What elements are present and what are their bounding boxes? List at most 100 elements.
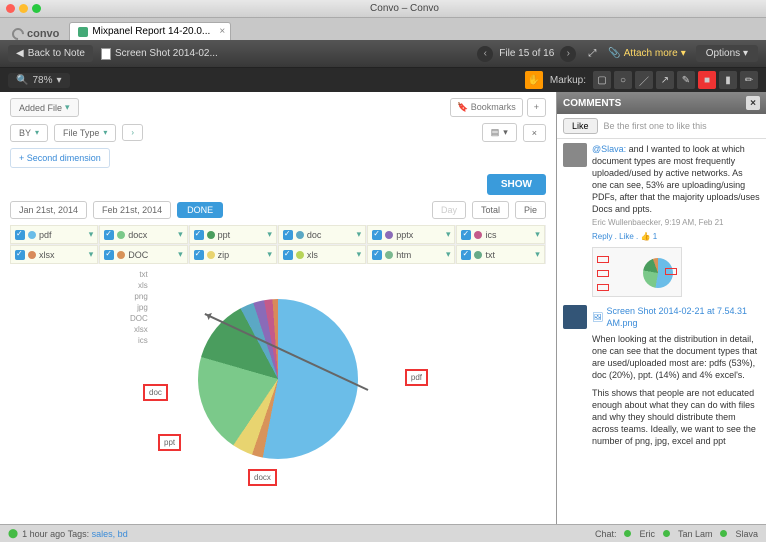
color-red-tool[interactable]: ■ bbox=[698, 71, 716, 89]
chevron-down-icon[interactable]: ▾ bbox=[89, 229, 94, 240]
traffic-lights bbox=[6, 4, 41, 13]
comments-scroll[interactable]: @Slava: and I wanted to look at which do… bbox=[557, 139, 766, 524]
chat-user[interactable]: Slava bbox=[735, 529, 758, 539]
series-cell[interactable]: xlsx▾ bbox=[10, 245, 98, 264]
checkbox-icon[interactable] bbox=[283, 230, 293, 240]
close-window-icon[interactable] bbox=[6, 4, 15, 13]
add-bookmark-button[interactable]: + bbox=[527, 98, 546, 117]
line-tool-icon[interactable]: ／ bbox=[635, 71, 653, 89]
chevron-down-icon[interactable]: ▾ bbox=[178, 229, 183, 240]
expand-icon[interactable]: ⤢ bbox=[588, 48, 596, 59]
done-button[interactable]: DONE bbox=[177, 202, 223, 218]
series-cell[interactable]: zip▾ bbox=[189, 245, 277, 264]
tab-mixpanel-report[interactable]: Mixpanel Report 14-20.0... × bbox=[69, 22, 231, 40]
reply-link[interactable]: Reply bbox=[592, 232, 612, 241]
chevron-down-icon[interactable]: ▾ bbox=[535, 249, 540, 260]
attachment-link[interactable]: 🖼 Screen Shot 2014-02-21 at 7.54.31 AM.p… bbox=[592, 305, 760, 329]
mention[interactable]: @Slava: bbox=[592, 144, 626, 154]
report-icon bbox=[78, 27, 88, 37]
annot-ppt: ppt bbox=[158, 434, 181, 451]
show-button[interactable]: SHOW bbox=[487, 174, 546, 195]
highlight-tool-icon[interactable]: ▮ bbox=[719, 71, 737, 89]
remove-filter[interactable]: × bbox=[523, 124, 546, 142]
checkbox-icon[interactable] bbox=[461, 250, 471, 260]
hand-tool-icon[interactable]: ✋ bbox=[525, 71, 543, 89]
like-link[interactable]: Like bbox=[619, 232, 634, 241]
total-dropdown[interactable]: Total bbox=[472, 201, 509, 219]
chevron-down-icon: ▾ bbox=[56, 75, 61, 86]
blur-tool-icon[interactable]: ✏ bbox=[740, 71, 758, 89]
zoom-control[interactable]: 🔍 78% ▾ bbox=[8, 73, 70, 88]
circle-tool-icon[interactable]: ○ bbox=[614, 71, 632, 89]
chat-user[interactable]: Tan Lam bbox=[678, 529, 713, 539]
next-file-button[interactable]: › bbox=[560, 46, 576, 62]
series-cell[interactable]: DOC▾ bbox=[99, 245, 187, 264]
chevron-down-icon[interactable]: ▾ bbox=[446, 249, 451, 260]
checkbox-icon[interactable] bbox=[372, 230, 382, 240]
chevron-down-icon[interactable]: ▾ bbox=[267, 249, 272, 260]
series-cell[interactable]: docx▾ bbox=[99, 225, 187, 244]
checkbox-icon[interactable] bbox=[194, 230, 204, 240]
series-color-dot bbox=[296, 231, 304, 239]
chevron-down-icon[interactable]: ▾ bbox=[89, 249, 94, 260]
checkbox-icon[interactable] bbox=[15, 230, 25, 240]
back-to-note-button[interactable]: ◀ Back to Note bbox=[8, 45, 93, 62]
series-color-dot bbox=[207, 231, 215, 239]
comments-header: COMMENTS × bbox=[557, 92, 766, 114]
markup-toolbar: 🔍 78% ▾ ✋ Markup: ▢ ○ ／ ↗ ✎ ■ ▮ ✏ bbox=[0, 68, 766, 92]
day-dropdown[interactable]: Day bbox=[432, 201, 466, 219]
series-cell[interactable]: pdf▾ bbox=[10, 225, 98, 244]
file-type-expand[interactable]: › bbox=[122, 124, 143, 141]
report-canvas: Added File ▾ 🔖 Bookmarks + BY▾ File Type… bbox=[0, 92, 556, 524]
rectangle-tool-icon[interactable]: ▢ bbox=[593, 71, 611, 89]
bookmarks-button[interactable]: 🔖 Bookmarks bbox=[450, 98, 523, 117]
status-bar: ⬤ 1 hour ago Tags: sales, bd Chat: Eric … bbox=[0, 524, 766, 542]
zoom-window-icon[interactable] bbox=[32, 4, 41, 13]
series-cell[interactable]: ppt▾ bbox=[189, 225, 277, 244]
by-dropdown[interactable]: BY▾ bbox=[10, 124, 48, 142]
chevron-down-icon[interactable]: ▾ bbox=[178, 249, 183, 260]
chevron-down-icon[interactable]: ▾ bbox=[267, 229, 272, 240]
close-comments-button[interactable]: × bbox=[746, 96, 760, 110]
chevron-down-icon[interactable]: ▾ bbox=[357, 229, 362, 240]
chart-type-toggle[interactable]: ▤ ▾ bbox=[482, 123, 517, 142]
checkbox-icon[interactable] bbox=[283, 250, 293, 260]
chevron-down-icon[interactable]: ▾ bbox=[357, 249, 362, 260]
close-tab-icon[interactable]: × bbox=[219, 26, 225, 37]
app-logo[interactable]: convo bbox=[4, 28, 67, 40]
checkbox-icon[interactable] bbox=[104, 230, 114, 240]
options-button[interactable]: Options ▾ bbox=[696, 45, 758, 62]
chevron-down-icon[interactable]: ▾ bbox=[535, 229, 540, 240]
series-cell[interactable]: xls▾ bbox=[278, 245, 366, 264]
prev-file-button[interactable]: ‹ bbox=[477, 46, 493, 62]
pie-dropdown[interactable]: Pie bbox=[515, 201, 546, 219]
checkbox-icon[interactable] bbox=[15, 250, 25, 260]
comment-thumbnail[interactable] bbox=[592, 247, 682, 297]
series-cell[interactable]: doc▾ bbox=[278, 225, 366, 244]
series-cell[interactable]: pptx▾ bbox=[367, 225, 455, 244]
added-file-pill[interactable]: Added File ▾ bbox=[10, 98, 79, 117]
second-dimension-button[interactable]: + Second dimension bbox=[10, 148, 110, 168]
checkbox-icon[interactable] bbox=[372, 250, 382, 260]
checkbox-icon[interactable] bbox=[104, 250, 114, 260]
convo-logo-icon bbox=[10, 26, 27, 43]
chat-user[interactable]: Eric bbox=[639, 529, 655, 539]
arrow-tool-icon[interactable]: ↗ bbox=[656, 71, 674, 89]
checkbox-icon[interactable] bbox=[194, 250, 204, 260]
chevron-down-icon[interactable]: ▾ bbox=[446, 229, 451, 240]
series-cell[interactable]: ics▾ bbox=[456, 225, 544, 244]
series-cell[interactable]: htm▾ bbox=[367, 245, 455, 264]
date-to-input[interactable]: Feb 21st, 2014 bbox=[93, 201, 171, 219]
tags-link[interactable]: sales, bd bbox=[92, 529, 128, 539]
checkbox-icon[interactable] bbox=[461, 230, 471, 240]
pen-tool-icon[interactable]: ✎ bbox=[677, 71, 695, 89]
window-title: Convo – Convo bbox=[49, 3, 760, 14]
date-from-input[interactable]: Jan 21st, 2014 bbox=[10, 201, 87, 219]
like-button[interactable]: Like bbox=[563, 118, 598, 134]
like-prompt: Be the first one to like this bbox=[604, 121, 707, 131]
minimize-window-icon[interactable] bbox=[19, 4, 28, 13]
file-type-dropdown[interactable]: File Type▾ bbox=[54, 124, 116, 142]
bookmark-icon: 🔖 bbox=[457, 102, 468, 112]
series-cell[interactable]: txt▾ bbox=[456, 245, 544, 264]
attach-more-button[interactable]: 📎 Attach more ▾ bbox=[608, 48, 685, 59]
